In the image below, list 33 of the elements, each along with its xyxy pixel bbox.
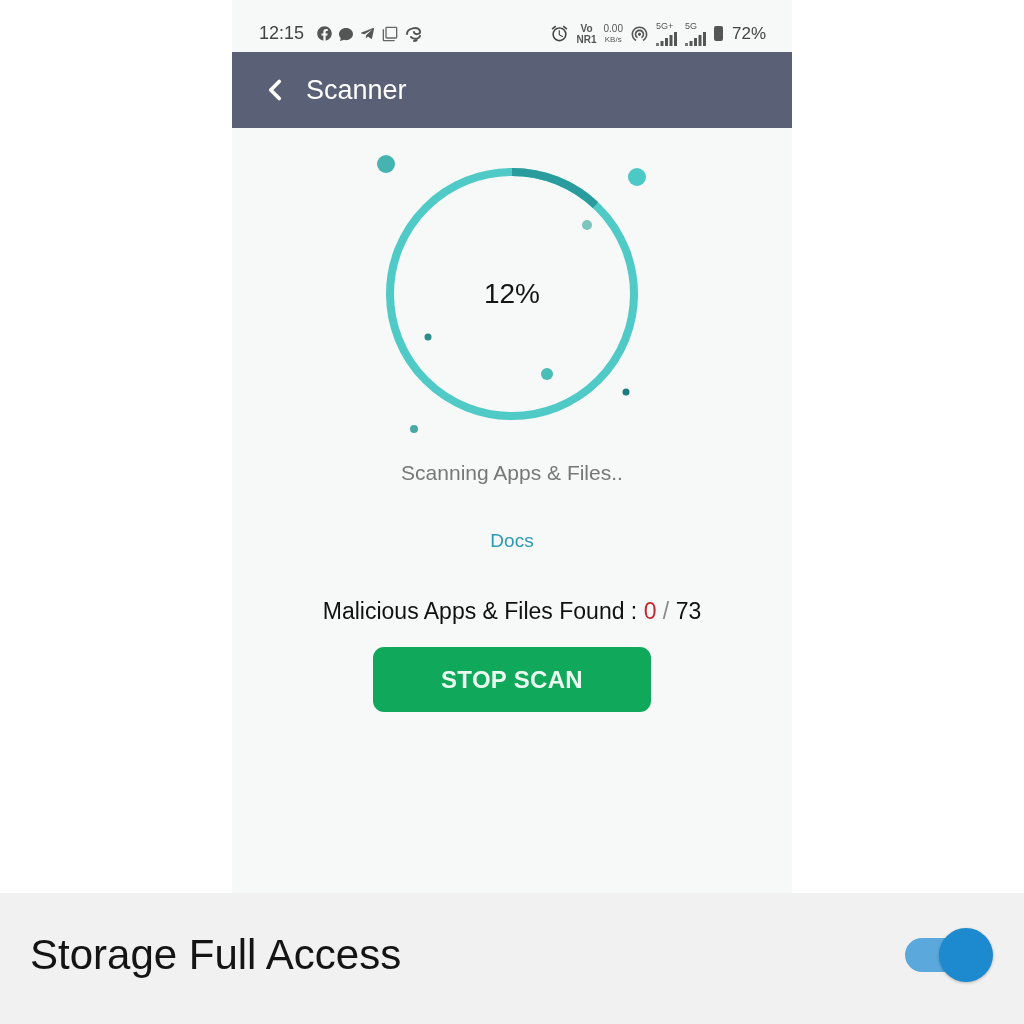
progress-percentage: 12% — [484, 278, 540, 310]
dot-icon — [377, 155, 395, 173]
facebook-icon — [317, 26, 333, 41]
paper-plane-icon — [360, 26, 376, 41]
status-time: 12:15 — [259, 23, 305, 44]
dot-icon — [628, 168, 646, 186]
malicious-found-count: Malicious Apps & Files Found : 0 / 73 — [322, 598, 702, 625]
screen-title: Scanner — [306, 74, 407, 106]
dot-icon — [541, 368, 553, 380]
swirl-icon — [405, 25, 424, 42]
hotspot-icon — [629, 24, 649, 43]
signal-type-label: 5G — [684, 21, 697, 31]
signal-bars-icon — [655, 31, 678, 46]
toggle-switch[interactable] — [905, 926, 995, 983]
signal-bars-icon — [684, 31, 707, 46]
dot-icon — [582, 220, 592, 230]
alarm-clock-icon — [550, 24, 570, 43]
network-type-label: Vo — [580, 22, 593, 34]
scan-status-text: Scanning Apps & Files.. — [401, 461, 623, 485]
dot-icon — [424, 333, 432, 341]
copy-icon — [382, 25, 399, 42]
dot-icon — [622, 388, 630, 396]
dot-icon — [410, 425, 418, 433]
chat-bubble-icon — [339, 26, 354, 41]
battery-icon — [713, 26, 723, 41]
signal-type-label: 5G+ — [655, 21, 674, 31]
stop-scan-button[interactable]: STOP SCAN — [373, 647, 651, 712]
data-rate-label: KB/s — [604, 33, 622, 45]
battery-percentage: 72% — [731, 23, 766, 44]
scan-category-label: Docs — [490, 529, 534, 553]
setting-label: Storage Full Access — [30, 930, 402, 979]
network-type-label: NR1 — [576, 33, 597, 45]
data-rate-label: 0.00 — [603, 22, 623, 34]
